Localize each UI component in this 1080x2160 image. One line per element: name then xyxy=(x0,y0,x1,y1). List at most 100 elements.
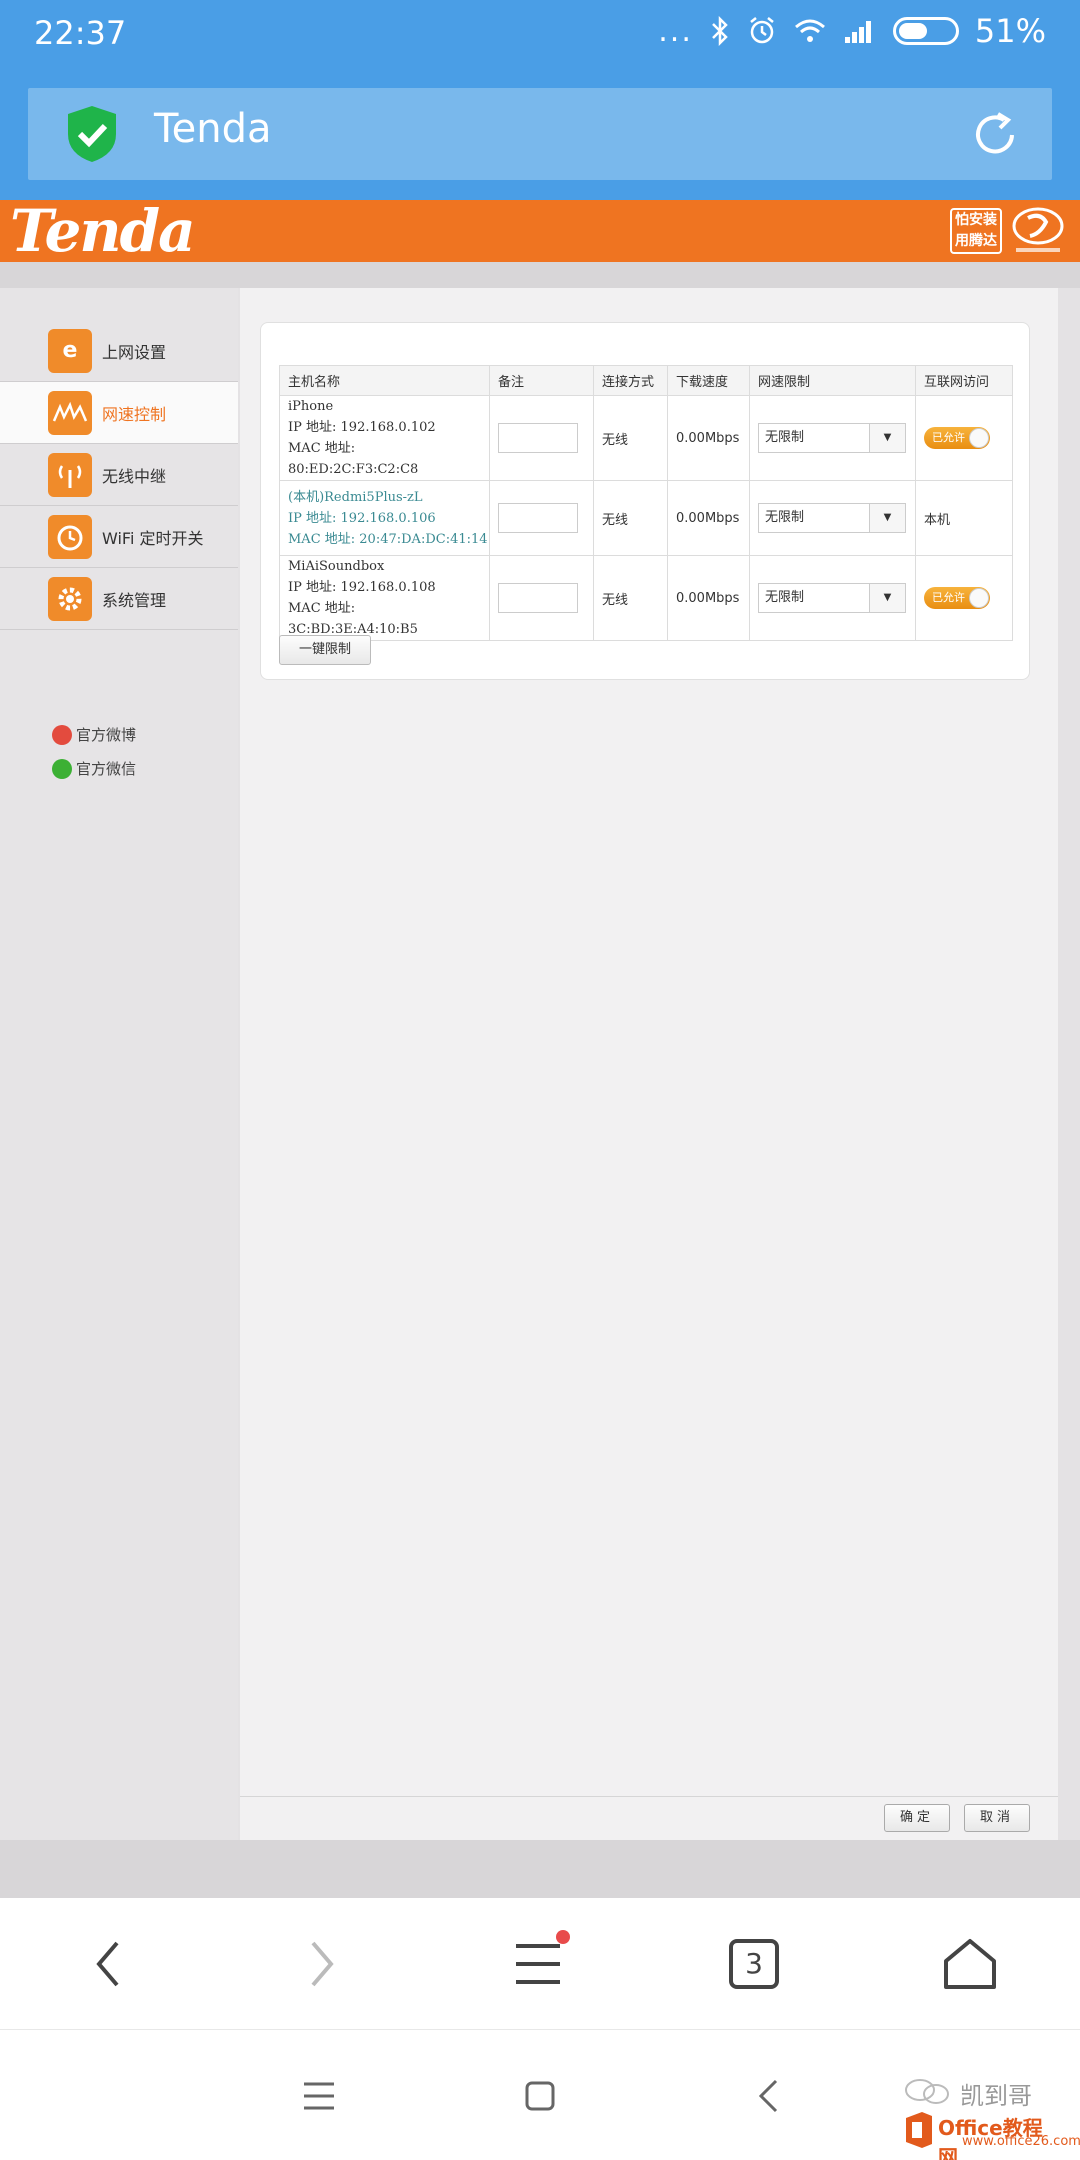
easy-logo-icon xyxy=(1012,207,1064,252)
status-bar: 22:37 ... 51% xyxy=(0,0,1080,70)
sidebar-item-wifi-timer[interactable]: WiFi 定时开关 xyxy=(0,506,238,568)
sidebar-item-speed-control[interactable]: 网速控制 xyxy=(0,382,238,444)
recents-menu-icon[interactable] xyxy=(302,2080,336,2112)
internet-access-toggle[interactable]: 已允许 xyxy=(924,587,990,609)
menu-icon xyxy=(516,1944,560,1984)
status-time: 22:37 xyxy=(34,14,127,52)
col-speed-limit: 网速限制 xyxy=(749,365,916,396)
weibo-icon xyxy=(52,724,72,745)
cancel-button[interactable]: 取消 xyxy=(964,1804,1030,1832)
signal-icon xyxy=(844,21,871,43)
host-name: (本机)Redmi5Plus-zL xyxy=(288,489,423,505)
page-title: Tenda xyxy=(154,106,272,152)
download-speed: 0.00Mbps xyxy=(667,395,750,481)
confirm-button[interactable]: 确定 xyxy=(884,1804,950,1832)
header-divider xyxy=(0,262,1080,288)
host-mac: MAC 地址: 3C:BD:3E:A4:10:B5 xyxy=(288,601,418,637)
remark-input[interactable] xyxy=(498,503,578,533)
menu-button[interactable] xyxy=(496,1922,580,2006)
tab-count: 3 xyxy=(729,1939,779,1989)
sidebar-item-label: 系统管理 xyxy=(102,590,167,610)
sidebar-item-label: 上网设置 xyxy=(102,342,167,362)
host-ip: IP 地址: 192.168.0.102 xyxy=(288,420,436,435)
host-cell: (本机)Redmi5Plus-zL IP 地址: 192.168.0.106 M… xyxy=(279,480,490,556)
notification-dot xyxy=(556,1930,570,1944)
table-row: (本机)Redmi5Plus-zL IP 地址: 192.168.0.106 M… xyxy=(279,480,1013,556)
battery-icon xyxy=(892,17,959,45)
home-button[interactable] xyxy=(928,1922,1012,2006)
sidebar-item-wireless-repeater[interactable]: 无线中继 xyxy=(0,444,238,506)
forward-button[interactable] xyxy=(280,1922,364,2006)
toggle-knob xyxy=(969,588,989,608)
speed-limit-select[interactable]: 无限制 ▼ xyxy=(758,503,906,533)
host-name: MiAiSoundbox xyxy=(288,559,385,574)
office-logo-icon xyxy=(906,2112,932,2148)
host-cell: MiAiSoundbox IP 地址: 192.168.0.108 MAC 地址… xyxy=(279,555,490,641)
battery-percent: 51% xyxy=(974,12,1046,50)
tenda-logo: Tenda xyxy=(10,197,196,265)
browser-toolbar: 3 xyxy=(0,1898,1080,2030)
system-back-icon[interactable] xyxy=(756,2078,780,2114)
address-bar[interactable]: Tenda xyxy=(28,88,1052,180)
refresh-icon[interactable] xyxy=(968,108,1022,162)
browser-header: 22:37 ... 51% Tenda xyxy=(0,0,1080,200)
tabs-button[interactable]: 3 xyxy=(712,1922,796,2006)
alarm-icon xyxy=(750,17,774,44)
remark-input[interactable] xyxy=(498,423,578,453)
connection-type: 无线 xyxy=(593,555,668,641)
main-panel: 主机名称 备注 连接方式 下载速度 网速限制 互联网访问 iPhone IP 地… xyxy=(240,288,1058,1840)
connection-type: 无线 xyxy=(593,395,668,481)
wifi-icon xyxy=(794,19,825,42)
sidebar-item-system-management[interactable]: 系统管理 xyxy=(0,568,238,630)
more-dots-icon: ... xyxy=(658,13,693,49)
device-table: 主机名称 备注 连接方式 下载速度 网速限制 互联网访问 iPhone IP 地… xyxy=(279,365,1013,641)
device-list-card: 主机名称 备注 连接方式 下载速度 网速限制 互联网访问 iPhone IP 地… xyxy=(260,322,1030,680)
internet-access-text: 本机 xyxy=(915,480,1013,556)
table-row: MiAiSoundbox IP 地址: 192.168.0.108 MAC 地址… xyxy=(279,555,1013,641)
host-cell: iPhone IP 地址: 192.168.0.102 MAC 地址: 80:E… xyxy=(279,395,490,481)
timer-icon xyxy=(48,514,92,559)
sidebar-item-label: WiFi 定时开关 xyxy=(102,528,204,548)
host-ip: IP 地址: 192.168.0.106 xyxy=(288,510,436,526)
chevron-down-icon: ▼ xyxy=(869,504,905,532)
official-weibo-link[interactable]: 官方微博 xyxy=(52,724,136,745)
col-hostname: 主机名称 xyxy=(279,365,490,396)
sidebar: e 上网设置 网速控制 无线中继 WiFi 定时开关 系统管理 官方微博 官方微… xyxy=(0,288,238,1840)
chevron-down-icon: ▼ xyxy=(869,424,905,452)
toggle-knob xyxy=(969,428,989,448)
sidebar-item-internet-settings[interactable]: e 上网设置 xyxy=(0,320,238,382)
e-icon: e xyxy=(48,328,92,373)
col-connection: 连接方式 xyxy=(593,365,668,396)
col-internet-access: 互联网访问 xyxy=(915,365,1013,396)
router-header: Tenda 怕安装 用腾达 xyxy=(0,200,1080,262)
secure-shield-icon xyxy=(68,106,116,162)
connection-type: 无线 xyxy=(593,480,668,556)
host-mac: MAC 地址: 80:ED:2C:F3:C2:C8 xyxy=(288,441,419,477)
download-speed: 0.00Mbps xyxy=(667,480,750,556)
speed-limit-select[interactable]: 无限制 ▼ xyxy=(758,423,906,453)
speed-limit-select[interactable]: 无限制 ▼ xyxy=(758,583,906,613)
table-row: iPhone IP 地址: 192.168.0.102 MAC 地址: 80:E… xyxy=(279,395,1013,481)
bluetooth-icon xyxy=(711,16,728,46)
host-name: iPhone xyxy=(288,399,334,414)
col-remark: 备注 xyxy=(489,365,594,396)
host-mac: MAC 地址: 20:47:DA:DC:41:14 xyxy=(288,531,488,547)
speed-wave-icon xyxy=(48,390,92,435)
forward-arrow-icon xyxy=(311,1941,334,1987)
download-speed: 0.00Mbps xyxy=(667,555,750,641)
internet-access-toggle[interactable]: 已允许 xyxy=(924,427,990,449)
page-bottom-padding xyxy=(0,1840,1080,1898)
limit-all-button[interactable]: 一键限制 xyxy=(279,635,371,665)
host-ip: IP 地址: 192.168.0.108 xyxy=(288,580,436,595)
antenna-icon xyxy=(48,452,92,497)
col-download-speed: 下载速度 xyxy=(667,365,750,396)
system-nav-bar: 凯到哥 Office教程网 www.office26.com xyxy=(0,2030,1080,2160)
home-square-icon[interactable] xyxy=(524,2080,556,2112)
sidebar-item-label: 无线中继 xyxy=(102,466,167,486)
back-arrow-icon xyxy=(96,1941,119,1987)
official-wechat-link[interactable]: 官方微信 xyxy=(52,758,136,779)
back-button[interactable] xyxy=(66,1922,150,2006)
remark-input[interactable] xyxy=(498,583,578,613)
chevron-down-icon: ▼ xyxy=(869,584,905,612)
wechat-bubble-icon xyxy=(905,2079,949,2104)
